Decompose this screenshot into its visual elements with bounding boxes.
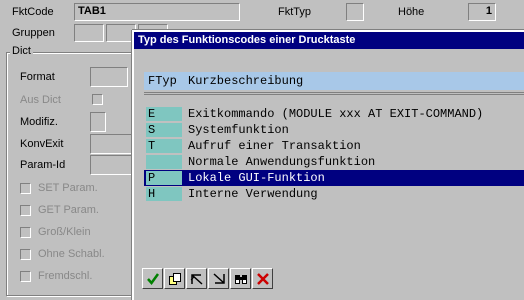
fktcode-label: FktCode bbox=[12, 6, 54, 18]
fremdschl-label: Fremdschl. bbox=[38, 270, 93, 282]
fkttyp-field[interactable] bbox=[346, 3, 364, 21]
fktcode-field[interactable]: TAB1 bbox=[74, 3, 240, 21]
list-item[interactable]: Normale Anwendungsfunktion bbox=[144, 154, 524, 170]
hoehe-label: Höhe bbox=[398, 6, 425, 18]
dict-group-title: Dict bbox=[10, 45, 33, 57]
list-item[interactable]: T Aufruf einer Transaktion bbox=[144, 138, 524, 154]
modifiz-field[interactable] bbox=[90, 112, 106, 132]
ftyp-code bbox=[146, 155, 182, 169]
modifiz-label: Modifiz. bbox=[20, 116, 58, 128]
ftyp-desc: Normale Anwendungsfunktion bbox=[188, 155, 376, 169]
gross-klein-label: Groß/Klein bbox=[38, 226, 91, 238]
move-up-button[interactable] bbox=[186, 268, 207, 289]
cancel-button[interactable] bbox=[252, 268, 273, 289]
gross-klein-checkbox[interactable] bbox=[20, 227, 31, 238]
ftyp-code: H bbox=[146, 187, 182, 201]
ftyp-code: P bbox=[146, 171, 182, 185]
confirm-button[interactable] bbox=[142, 268, 163, 289]
ftyp-desc: Lokale GUI-Funktion bbox=[188, 171, 325, 185]
move-down-icon bbox=[212, 272, 225, 284]
find-icon bbox=[234, 274, 247, 284]
list-separator bbox=[144, 94, 524, 95]
check-icon bbox=[146, 272, 159, 285]
copy-icon bbox=[168, 272, 181, 285]
col-kurz-header[interactable]: Kurzbeschreibung bbox=[188, 72, 303, 90]
cancel-icon bbox=[256, 272, 269, 285]
gruppen-label: Gruppen bbox=[12, 27, 55, 39]
gruppen-field-1[interactable] bbox=[74, 24, 104, 42]
ftyp-desc: Aufruf einer Transaktion bbox=[188, 139, 361, 153]
get-param-checkbox[interactable] bbox=[20, 205, 31, 216]
format-label: Format bbox=[20, 71, 55, 83]
list-item[interactable]: S Systemfunktion bbox=[144, 122, 524, 138]
list-header: FTyp Kurzbeschreibung bbox=[144, 72, 524, 90]
fkttyp-label: FktTyp bbox=[278, 6, 312, 18]
ftyp-code: S bbox=[146, 123, 182, 137]
set-param-label: SET Param. bbox=[38, 182, 98, 194]
copy-button[interactable] bbox=[164, 268, 185, 289]
set-param-checkbox[interactable] bbox=[20, 183, 31, 194]
list-separator bbox=[144, 92, 524, 93]
param-id-field[interactable] bbox=[90, 155, 132, 175]
ohne-schabl-checkbox[interactable] bbox=[20, 249, 31, 260]
hoehe-field[interactable]: 1 bbox=[468, 3, 496, 21]
param-id-label: Param-Id bbox=[20, 159, 66, 171]
col-ftyp-header[interactable]: FTyp bbox=[148, 72, 177, 90]
list-item[interactable]: E Exitkommando (MODULE xxx AT EXIT-COMMA… bbox=[144, 106, 524, 122]
aus-dict-checkbox[interactable] bbox=[92, 94, 103, 105]
list-item[interactable]: H Interne Verwendung bbox=[144, 186, 524, 202]
function-type-dialog: Typ des Funktionscodes einer Drucktaste … bbox=[132, 30, 524, 300]
list-item-selected[interactable]: P Lokale GUI-Funktion bbox=[144, 170, 524, 186]
ftyp-desc: Systemfunktion bbox=[188, 123, 289, 137]
ftyp-code: E bbox=[146, 107, 182, 121]
ftyp-desc: Interne Verwendung bbox=[188, 187, 318, 201]
ohne-schabl-label: Ohne Schabl. bbox=[38, 248, 105, 260]
aus-dict-label: Aus Dict bbox=[20, 94, 61, 106]
fremdschl-checkbox[interactable] bbox=[20, 271, 31, 282]
ftyp-desc: Exitkommando (MODULE xxx AT EXIT-COMMAND… bbox=[188, 107, 484, 121]
format-field[interactable] bbox=[90, 67, 128, 87]
dialog-title: Typ des Funktionscodes einer Drucktaste bbox=[134, 32, 524, 49]
ftyp-code: T bbox=[146, 139, 182, 153]
find-button[interactable] bbox=[230, 268, 251, 289]
move-up-icon bbox=[190, 273, 203, 285]
move-down-button[interactable] bbox=[208, 268, 229, 289]
konvexit-label: KonvExit bbox=[20, 138, 64, 150]
get-param-label: GET Param. bbox=[38, 204, 99, 216]
konvexit-field[interactable] bbox=[90, 134, 132, 154]
